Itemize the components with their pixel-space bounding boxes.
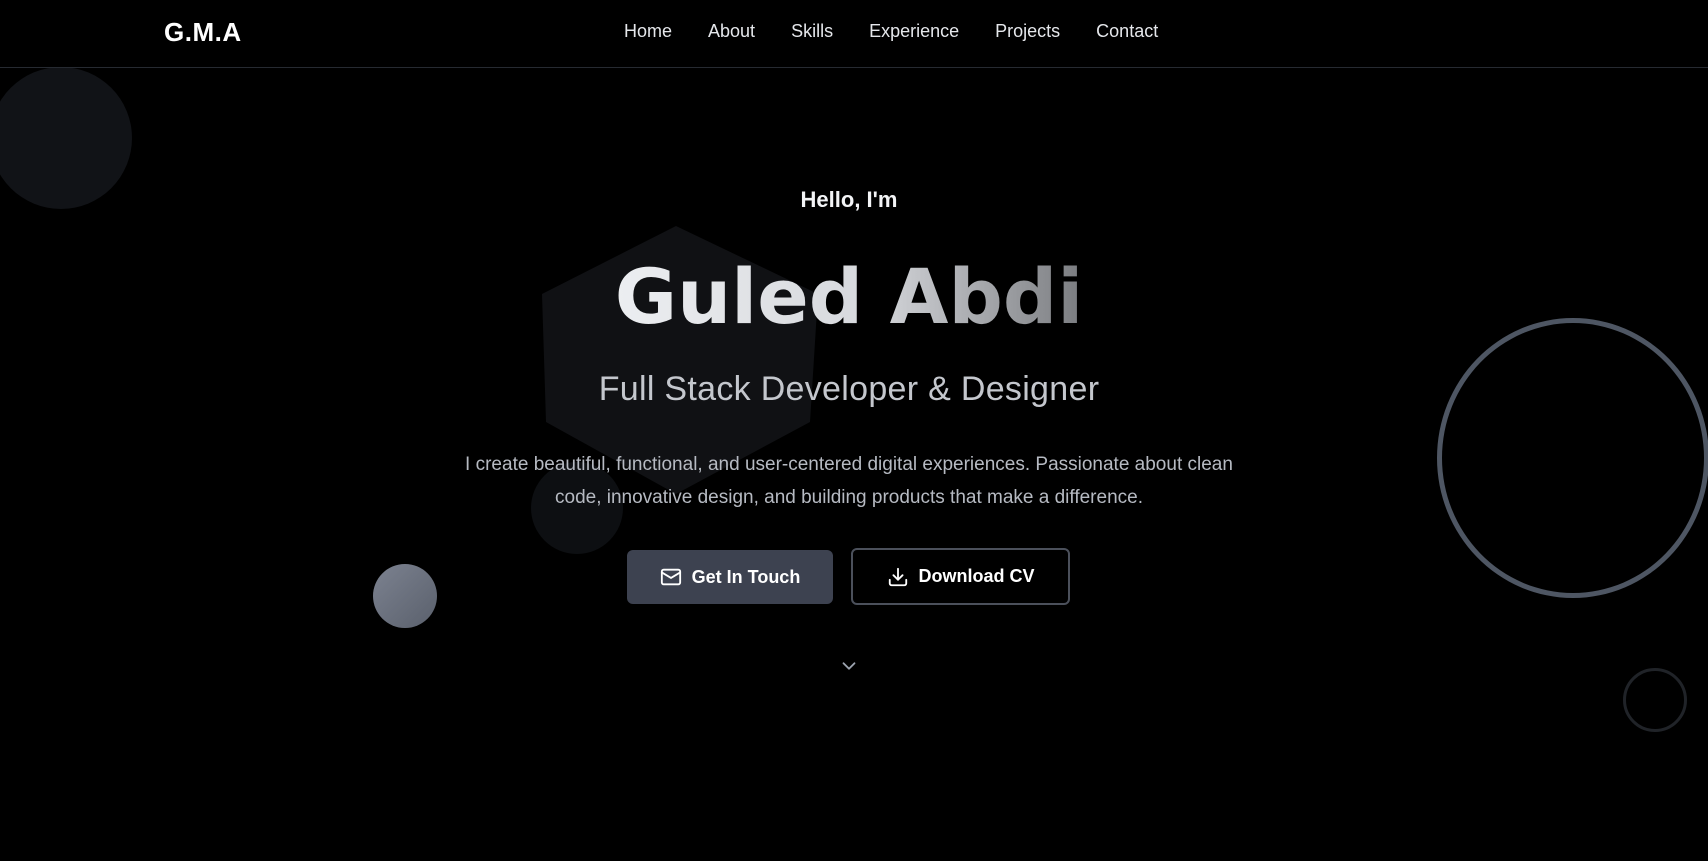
- nav-link-projects[interactable]: Projects: [995, 21, 1060, 42]
- nav-link-contact[interactable]: Contact: [1096, 21, 1158, 42]
- download-icon: [887, 566, 909, 588]
- download-cv-label: Download CV: [918, 566, 1035, 586]
- hero-section: Hello, I'm Guled Abdi Full Stack Develop…: [0, 0, 1708, 861]
- download-cv-button[interactable]: Download CV: [851, 548, 1070, 605]
- nav-links: Home About Skills Experience Projects Co…: [624, 21, 1158, 42]
- hero-greeting: Hello, I'm: [800, 187, 898, 212]
- hero-name: Guled Abdi: [0, 252, 1698, 342]
- nav-link-skills[interactable]: Skills: [791, 21, 833, 42]
- nav-link-experience[interactable]: Experience: [869, 21, 959, 42]
- scroll-down-button[interactable]: [838, 655, 860, 677]
- mail-icon: [660, 566, 682, 588]
- chevron-down-icon: [842, 662, 856, 670]
- nav-link-about[interactable]: About: [708, 21, 755, 42]
- get-in-touch-label: Get In Touch: [691, 566, 801, 587]
- nav-link-home[interactable]: Home: [624, 21, 672, 42]
- hero-name-text: Guled Abdi: [614, 252, 1084, 341]
- navbar: G.M.A Home About Skills Experience Proje…: [0, 0, 1708, 68]
- hero-bio: I create beautiful, functional, and user…: [465, 454, 1233, 508]
- page: G.M.A Home About Skills Experience Proje…: [0, 0, 1708, 861]
- logo[interactable]: G.M.A: [164, 17, 242, 48]
- get-in-touch-button[interactable]: Get In Touch: [627, 550, 833, 604]
- hero-role: Full Stack Developer & Designer: [598, 370, 1100, 408]
